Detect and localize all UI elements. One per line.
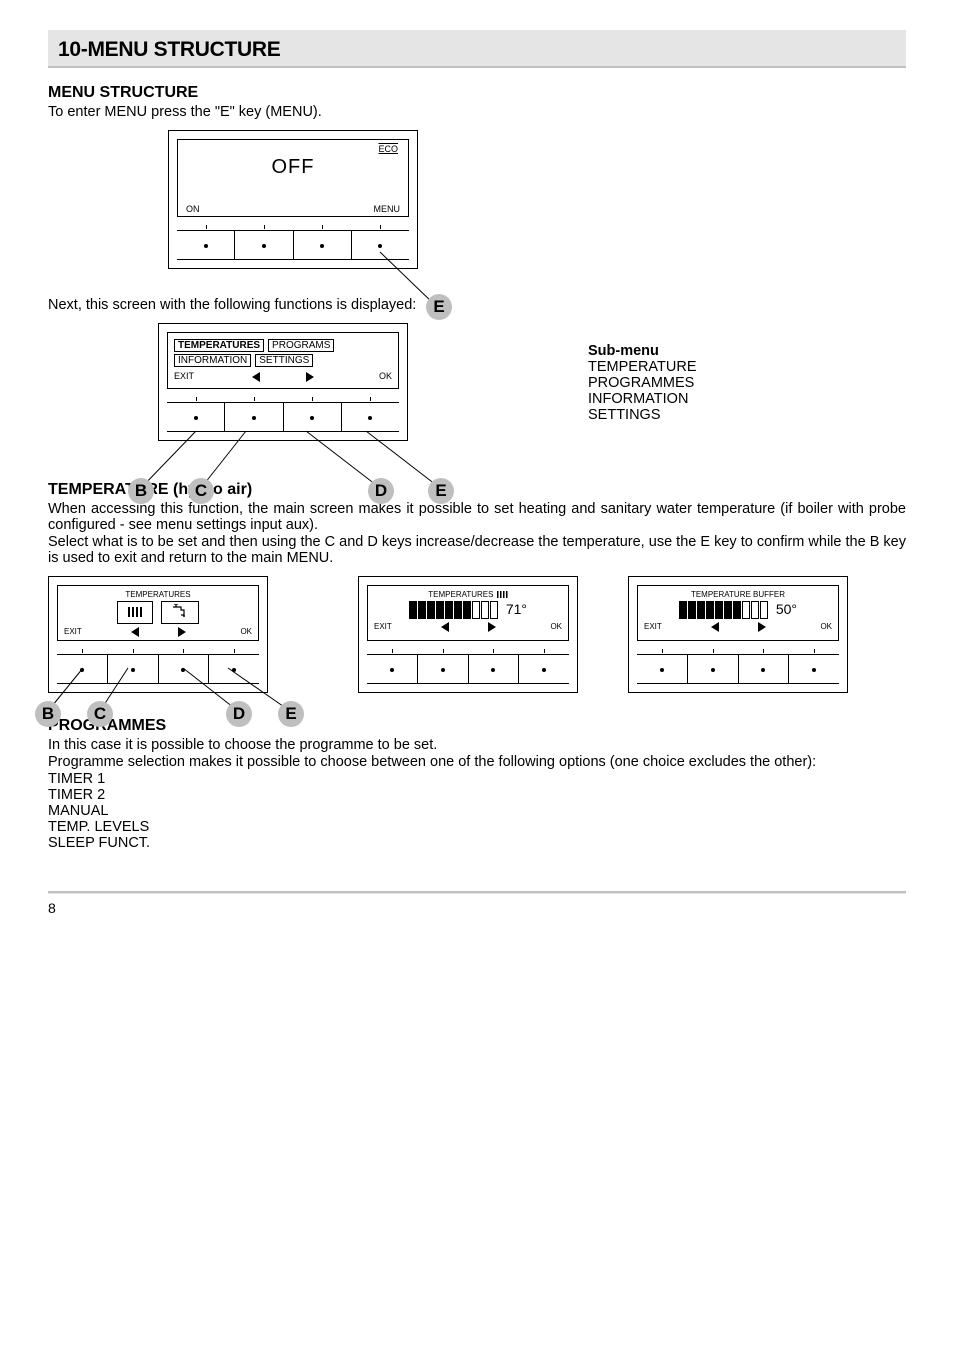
marker-e: E — [426, 294, 452, 320]
marker-d: D — [226, 701, 252, 727]
page-number: 8 — [48, 900, 906, 916]
marker-d: D — [368, 478, 394, 504]
ok-label: OK — [205, 627, 252, 637]
button-row — [167, 402, 399, 432]
radiator-icon — [117, 601, 153, 624]
submenu-item: SETTINGS — [588, 407, 697, 423]
marker-c: C — [87, 701, 113, 727]
eco-label: ECO — [378, 144, 398, 154]
temperature-p1: When accessing this function, the main s… — [48, 501, 906, 533]
menu-label: MENU — [347, 204, 401, 214]
screenB-title: TEMPERATURES — [428, 590, 493, 599]
submenu-item: INFORMATION — [588, 391, 697, 407]
programmes-p2: Programme selection makes it possible to… — [48, 754, 906, 770]
submenu-item: TEMPERATURE — [588, 359, 697, 375]
submenu-title: Sub-menu — [588, 343, 697, 359]
programme-option: MANUAL — [48, 803, 906, 819]
ok-label: OK — [515, 622, 562, 632]
marker-e: E — [428, 478, 454, 504]
programmes-heading: PROGRAMMES — [48, 717, 906, 735]
button-row — [177, 230, 409, 260]
programme-option: TIMER 1 — [48, 771, 906, 787]
screenC-title: TEMPERATURE BUFFER — [644, 590, 832, 599]
temperature-p2: Select what is to be set and then using … — [48, 534, 906, 566]
temp-screen-c: TEMPERATURE BUFFER 50° EXIT OK — [628, 576, 848, 693]
programme-option: TIMER 2 — [48, 787, 906, 803]
temp-screen-a: TEMPERATURES EXIT OK — [48, 576, 268, 693]
ok-label: OK — [338, 371, 393, 382]
exit-label: EXIT — [64, 627, 111, 637]
footer-rule — [48, 891, 906, 894]
screenC-value: 50° — [776, 601, 797, 617]
marker-e: E — [278, 701, 304, 727]
next-line: Next, this screen with the following fun… — [48, 297, 906, 313]
on-label: ON — [186, 204, 240, 214]
menu-structure-intro: To enter MENU press the "E" key (MENU). — [48, 104, 906, 120]
menu-structure-heading: MENU STRUCTURE — [48, 84, 906, 102]
device-menu-screen: TEMPERATURES PROGRAMS INFORMATION SETTIN… — [158, 323, 408, 441]
submenu-list: Sub-menu TEMPERATURE PROGRAMMES INFORMAT… — [588, 343, 697, 423]
exit-label: EXIT — [644, 622, 691, 632]
chapter-header: 10-MENU STRUCTURE — [48, 30, 906, 68]
marker-b: B — [128, 478, 154, 504]
screenA-title: TEMPERATURES — [64, 590, 252, 599]
information-tab: INFORMATION — [174, 354, 251, 367]
marker-c: C — [188, 478, 214, 504]
off-label: OFF — [186, 156, 400, 179]
programmes-p1: In this case it is possible to choose th… — [48, 737, 906, 753]
temp-screen-b: TEMPERATURES 71° EXIT OK — [358, 576, 578, 693]
marker-b: B — [35, 701, 61, 727]
temperature-heading: TEMPERATURE (hydro air) — [48, 481, 906, 499]
tap-icon — [161, 601, 199, 624]
chapter-title: 10-MENU STRUCTURE — [58, 38, 896, 62]
programs-tab: PROGRAMS — [268, 339, 334, 352]
device-off-screen: ECO OFF ON MENU — [168, 130, 418, 269]
settings-tab: SETTINGS — [255, 354, 313, 367]
screenB-value: 71° — [506, 601, 527, 617]
submenu-item: PROGRAMMES — [588, 375, 697, 391]
temperatures-tab: TEMPERATURES — [174, 339, 264, 352]
programme-option: TEMP. LEVELS — [48, 819, 906, 835]
exit-label: EXIT — [174, 371, 229, 382]
programme-option: SLEEP FUNCT. — [48, 835, 906, 851]
exit-label: EXIT — [374, 622, 421, 632]
ok-label: OK — [785, 622, 832, 632]
